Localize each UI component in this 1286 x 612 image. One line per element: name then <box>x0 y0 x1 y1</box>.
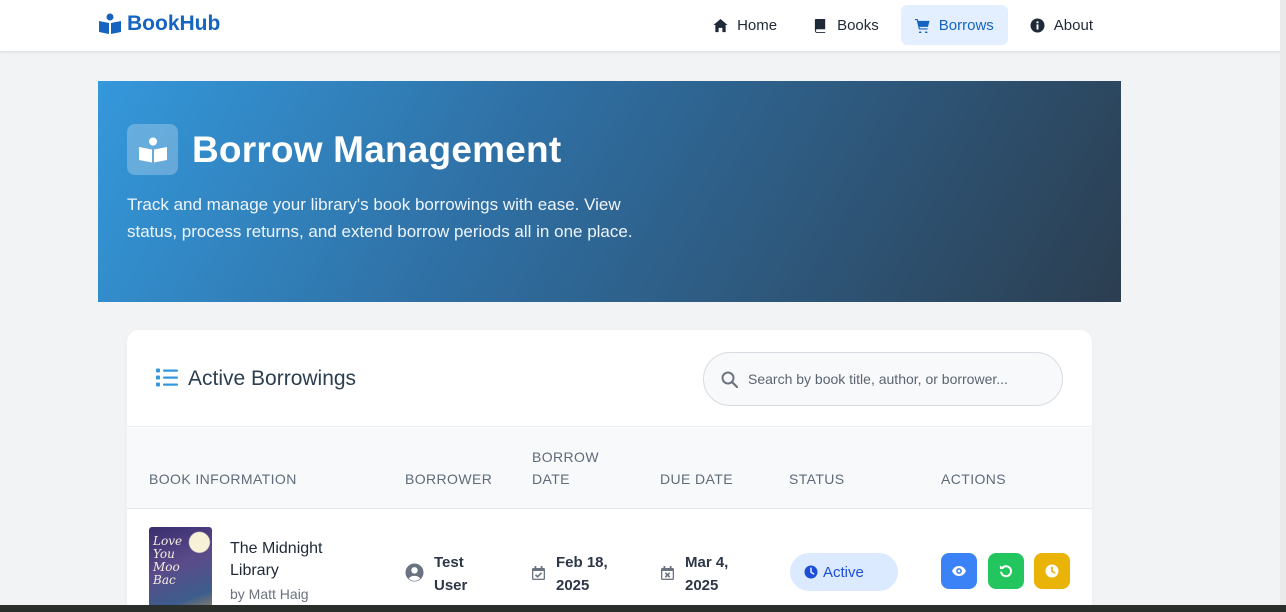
nav-item-books[interactable]: Books <box>799 5 893 45</box>
top-navbar: BookHub Home Books Borrows About <box>0 0 1286 51</box>
column-header-due-date[interactable]: Due Date <box>660 468 733 490</box>
home-icon <box>713 18 728 32</box>
column-header-borrow-date[interactable]: Borrow Date <box>532 446 612 490</box>
nav-item-label: Books <box>837 16 879 34</box>
return-icon <box>999 565 1013 578</box>
search-input[interactable] <box>748 371 1048 387</box>
borrowings-card: Active Borrowings Book Information Borro… <box>127 330 1092 612</box>
column-header-book[interactable]: Book Information <box>149 468 297 490</box>
column-header-status[interactable]: Status <box>789 468 845 490</box>
list-icon <box>156 368 178 387</box>
column-header-borrower[interactable]: Borrower <box>405 468 492 490</box>
book-cover-image: Love You Moo Bac <box>149 527 212 612</box>
nav-item-label: Home <box>737 16 778 34</box>
extend-borrow-button[interactable] <box>1034 553 1070 589</box>
nav-item-borrows[interactable]: Borrows <box>900 5 1008 45</box>
page-description: Track and manage your library's book bor… <box>127 195 633 241</box>
reader-logo-icon <box>99 13 121 34</box>
due-date: Mar 4, 2025 <box>685 554 729 594</box>
search-box[interactable] <box>703 352 1063 406</box>
brand-logo[interactable]: BookHub <box>98 12 220 36</box>
nav-menu: Home Books Borrows About <box>699 5 1107 45</box>
return-book-button[interactable] <box>988 553 1024 589</box>
section-title: Active Borrowings <box>188 367 357 390</box>
page-title: Borrow Management <box>192 129 562 170</box>
search-icon <box>721 371 738 388</box>
nav-item-label: About <box>1053 16 1093 34</box>
page-scrollbar[interactable] <box>1280 0 1286 605</box>
card-header: Active Borrowings <box>127 330 1092 427</box>
hero-banner: Borrow Management Track and manage your … <box>98 81 1121 302</box>
book-author: by Matt Haig <box>230 586 309 602</box>
clock-icon <box>1045 564 1059 578</box>
taskbar-strip <box>0 605 1286 612</box>
user-circle-icon <box>405 563 424 582</box>
book-title: The Midnight Library <box>230 540 323 579</box>
clock-icon <box>804 565 818 579</box>
table-row: Love You Moo Bac The Midnight Library by Ma… <box>127 510 1092 612</box>
status-label: Active <box>823 563 864 581</box>
column-header-actions: Actions <box>941 471 1007 487</box>
book-icon <box>814 18 826 33</box>
eye-icon <box>952 566 966 576</box>
nav-item-home[interactable]: Home <box>699 5 791 45</box>
calendar-x-icon <box>661 566 674 580</box>
view-details-button[interactable] <box>941 553 977 589</box>
book-cover-art: Love You Moo Bac <box>153 534 183 587</box>
info-icon <box>1030 17 1045 33</box>
table-header: Book Information Borrower Borrow Date Du… <box>127 428 1092 509</box>
calendar-check-icon <box>532 566 545 580</box>
cart-icon <box>914 18 930 33</box>
nav-item-label: Borrows <box>938 16 994 34</box>
borrow-date: Feb 18, 2025 <box>556 554 608 594</box>
open-book-icon <box>138 137 167 162</box>
nav-item-about[interactable]: About <box>1016 5 1107 45</box>
brand-name: BookHub <box>127 12 221 35</box>
borrower-name: Test User <box>434 554 468 594</box>
status-badge: Active <box>790 553 898 591</box>
hero-icon-box <box>127 124 178 175</box>
